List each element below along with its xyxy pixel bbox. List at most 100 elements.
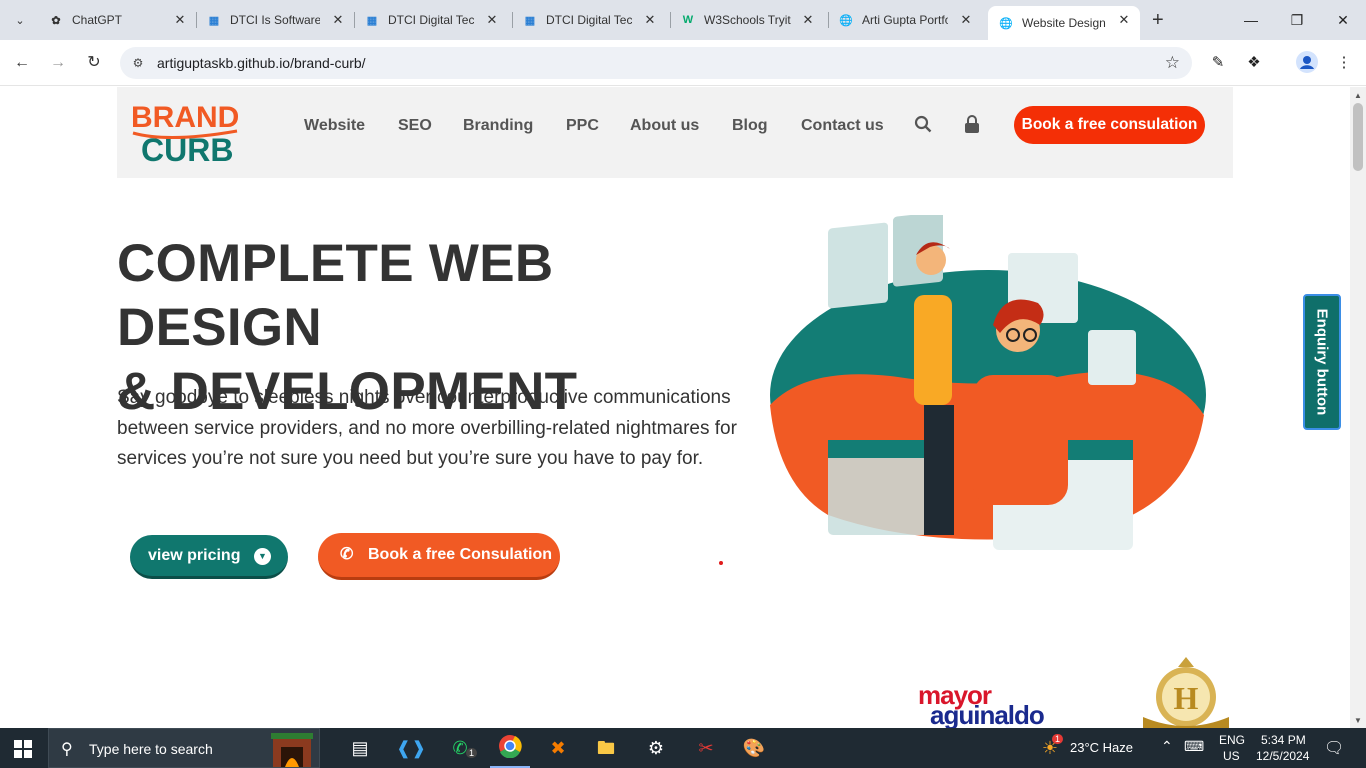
crest-logo: H [1143,657,1229,728]
reload-button[interactable]: ↻ [82,51,106,75]
close-icon[interactable]: ✕ [330,12,346,28]
tab-title: W3Schools Tryit [704,13,791,27]
address-bar[interactable]: ⚙ artiguptaskb.github.io/brand-curb/ ☆ [120,47,1192,79]
tab-dtci-3[interactable]: ▦ DTCI Digital Tech ✕ [522,8,658,32]
site-header: BRAND CURB Website SEO Branding PPC Abou… [117,87,1233,178]
tab-title: ChatGPT [72,13,123,27]
tab-title: Arti Gupta Portfo [862,13,948,27]
windows-start-icon[interactable] [14,740,32,758]
tab-chatgpt[interactable]: ✿ ChatGPT ✕ [48,8,188,32]
nav-website[interactable]: Website [304,117,365,135]
taskbar-search-placeholder: Type here to search [89,741,213,757]
chrome-icon[interactable] [496,734,524,762]
clock-time[interactable]: 5:34 PM [1261,733,1306,747]
header-book-consultation-button[interactable]: Book a free consulation [1014,106,1205,144]
page-scrollbar[interactable]: ▲ ▼ [1350,87,1366,728]
chevron-down-icon: ▼ [254,548,271,565]
cursor-dot [719,561,723,565]
tab-title: DTCI Digital Tech [546,13,632,27]
tab-w3schools[interactable]: W W3Schools Tryit ✕ [680,8,816,32]
brand-curb-logo[interactable]: BRAND CURB [129,99,244,168]
site-info-icon[interactable]: ⚙ [130,55,146,71]
tab-separator [828,12,829,28]
close-icon[interactable]: ✕ [958,12,974,28]
scroll-thumb[interactable] [1353,103,1363,171]
view-pricing-button[interactable]: view pricing ▼ [130,535,288,579]
tab-separator [512,12,513,28]
close-icon[interactable]: ✕ [484,12,500,28]
nav-blog[interactable]: Blog [732,117,768,135]
restore-button[interactable]: ❐ [1274,8,1320,32]
paint-icon[interactable]: 🎨 [740,734,768,762]
tab-title: DTCI Digital Tech [388,13,474,27]
language-line-2[interactable]: US [1223,749,1240,763]
tab-search-button[interactable]: ⌄ [8,8,32,32]
nav-about-us[interactable]: About us [630,117,699,135]
close-icon[interactable]: ✕ [1116,12,1132,28]
notifications-icon[interactable]: 🗨 [1324,738,1344,758]
eyedropper-icon[interactable]: ✎ [1206,51,1230,75]
close-icon[interactable]: ✕ [800,12,816,28]
lock-icon[interactable] [964,115,980,138]
snipping-tool-icon[interactable]: ✂ [692,734,720,762]
search-icon[interactable] [914,115,932,138]
windows-taskbar: ⚲ Type here to search ▤ ❰❱ ✆ 1 ✖ 🖿 ⚙ ✂ 🎨… [0,728,1366,768]
scroll-up-arrow-icon[interactable]: ▲ [1354,91,1362,100]
vscode-icon[interactable]: ❰❱ [396,734,426,762]
settings-gear-icon[interactable]: ⚙ [642,734,670,762]
url-text[interactable]: artiguptaskb.github.io/brand-curb/ [157,55,366,71]
close-icon[interactable]: ✕ [172,12,188,28]
tab-separator [196,12,197,28]
w3schools-icon: W [682,14,694,26]
browser-toolbar: ← → ↻ ⚙ artiguptaskb.github.io/brand-cur… [0,40,1366,86]
book-consultation-label: Book a free Consulation [368,546,553,563]
extensions-icon[interactable]: ❖ [1242,51,1266,75]
weather-text[interactable]: 23°C Haze [1070,740,1133,755]
bookmark-star-icon[interactable]: ☆ [1165,53,1180,73]
dtci-icon: ▦ [366,14,378,27]
back-button[interactable]: ← [10,51,34,75]
clock-date[interactable]: 12/5/2024 [1256,749,1309,763]
dtci-icon: ▦ [208,14,220,27]
tab-dtci-1[interactable]: ▦ DTCI Is Software ✕ [206,8,346,32]
nav-contact-us[interactable]: Contact us [801,117,884,135]
enquiry-label: Enquiry button [1313,308,1331,416]
hero-description: Say goodbye to sleepless nights over cou… [117,387,737,469]
close-icon[interactable]: ✕ [642,12,658,28]
tab-title: Website Design [1022,16,1106,30]
tray-chevron-up-icon[interactable]: ⌃ [1161,738,1173,755]
nav-ppc[interactable]: PPC [566,117,599,135]
tab-title: DTCI Is Software [230,13,320,27]
scroll-down-arrow-icon[interactable]: ▼ [1354,716,1362,725]
minimize-button[interactable]: — [1228,8,1274,32]
globe-icon: 🌐 [999,17,1013,30]
tab-arti-gupta[interactable]: 🌐 Arti Gupta Portfo ✕ [838,8,974,32]
profile-avatar-icon[interactable] [1295,51,1319,75]
language-line-1[interactable]: ENG [1219,733,1245,747]
file-explorer-icon[interactable]: 🖿 [592,734,620,762]
whatsapp-badge: 1 [466,748,478,758]
menu-kebab-icon[interactable]: ⋮ [1332,51,1356,75]
enquiry-button[interactable]: Enquiry button [1303,294,1341,430]
forward-button[interactable]: → [46,51,70,75]
keyboard-icon[interactable]: ⌨ [1184,738,1204,755]
book-consultation-button[interactable]: ✆ Book a free Consulation [318,533,560,580]
nav-seo[interactable]: SEO [398,117,432,135]
taskbar-search-box[interactable]: ⚲ Type here to search [48,728,320,768]
task-view-icon[interactable]: ▤ [346,734,374,762]
globe-icon: 🌐 [839,14,853,27]
tab-dtci-2[interactable]: ▦ DTCI Digital Tech ✕ [364,8,500,32]
nav-branding[interactable]: Branding [463,117,533,135]
chatgpt-icon: ✿ [51,14,61,27]
tab-strip: ⌄ ✿ ChatGPT ✕ ▦ DTCI Is Software ✕ ▦ DTC… [0,0,1366,40]
new-tab-button[interactable]: + [1152,10,1164,30]
close-window-button[interactable]: ✕ [1320,8,1366,32]
fireplace-search-highlight-icon [271,733,313,767]
xampp-icon[interactable]: ✖ [544,734,572,762]
dtci-icon: ▦ [524,14,536,27]
mayor-aguinaldo-logo: mayor aguinaldo [918,682,1045,728]
web-design-illustration [770,215,1206,550]
crest-letter: H [1174,680,1199,716]
client-logo-line-2: aguinaldo [930,700,1045,728]
tab-website-design[interactable]: 🌐 Website Design ✕ [988,6,1140,40]
